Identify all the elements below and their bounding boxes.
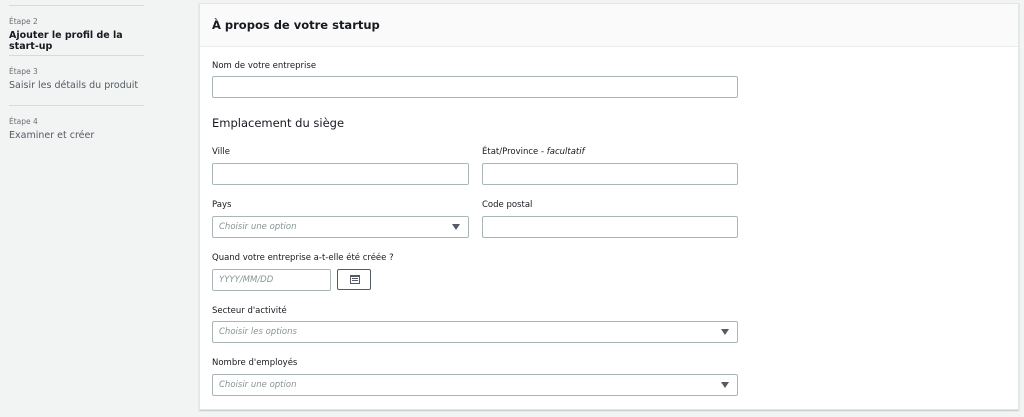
optional-tag: facultatif [546, 147, 585, 157]
headquarters-section-title: Emplacement du siège [212, 116, 345, 130]
industry-select-value: Choisir les options [219, 327, 297, 337]
employees-select[interactable]: Choisir une option [212, 374, 738, 396]
wizard-steps-nav: Étape 2 Ajouter le profil de la start-up… [0, 0, 190, 417]
step-label: Examiner et créer [9, 130, 95, 141]
state-label: État/Province - facultatif [482, 147, 585, 157]
employees-select-value: Choisir une option [219, 380, 297, 390]
city-input[interactable] [212, 163, 469, 185]
company-name-label: Nom de votre entreprise [212, 61, 317, 71]
company-name-input[interactable] [212, 76, 738, 98]
startup-info-panel: À propos de votre startup Nom de votre e… [199, 3, 1019, 410]
founded-date-label: Quand votre entreprise a-t-elle été créé… [212, 253, 394, 263]
step-number: Étape 2 [9, 17, 38, 26]
caret-down-icon [452, 224, 460, 230]
industry-label: Secteur d'activité [212, 306, 287, 316]
step-label: Saisir les détails du produit [9, 80, 139, 91]
calendar-icon [350, 275, 360, 284]
caret-down-icon [721, 329, 729, 335]
caret-down-icon [721, 382, 729, 388]
step-number: Étape 3 [9, 67, 38, 76]
country-select[interactable]: Choisir une option [212, 216, 469, 238]
industry-select[interactable]: Choisir les options [212, 321, 738, 343]
state-label-text: État/Province - [482, 147, 547, 157]
panel-header: À propos de votre startup [200, 4, 1018, 47]
step-3[interactable]: Étape 3 Saisir les détails du produit [9, 55, 144, 91]
step-2[interactable]: Étape 2 Ajouter le profil de la start-up [9, 5, 144, 52]
employees-label: Nombre d'employés [212, 358, 298, 368]
founded-date-input[interactable]: YYYY/MM/DD [212, 269, 331, 291]
country-select-value: Choisir une option [219, 222, 297, 232]
panel-title: À propos de votre startup [212, 18, 380, 32]
postal-code-label: Code postal [482, 200, 533, 210]
postal-code-input[interactable] [482, 216, 738, 238]
step-label: Ajouter le profil de la start-up [9, 30, 123, 52]
city-label: Ville [212, 147, 230, 157]
step-4[interactable]: Étape 4 Examiner et créer [9, 105, 144, 141]
calendar-button[interactable] [337, 269, 371, 290]
state-input[interactable] [482, 163, 738, 185]
country-label: Pays [212, 200, 232, 210]
step-number: Étape 4 [9, 117, 38, 126]
